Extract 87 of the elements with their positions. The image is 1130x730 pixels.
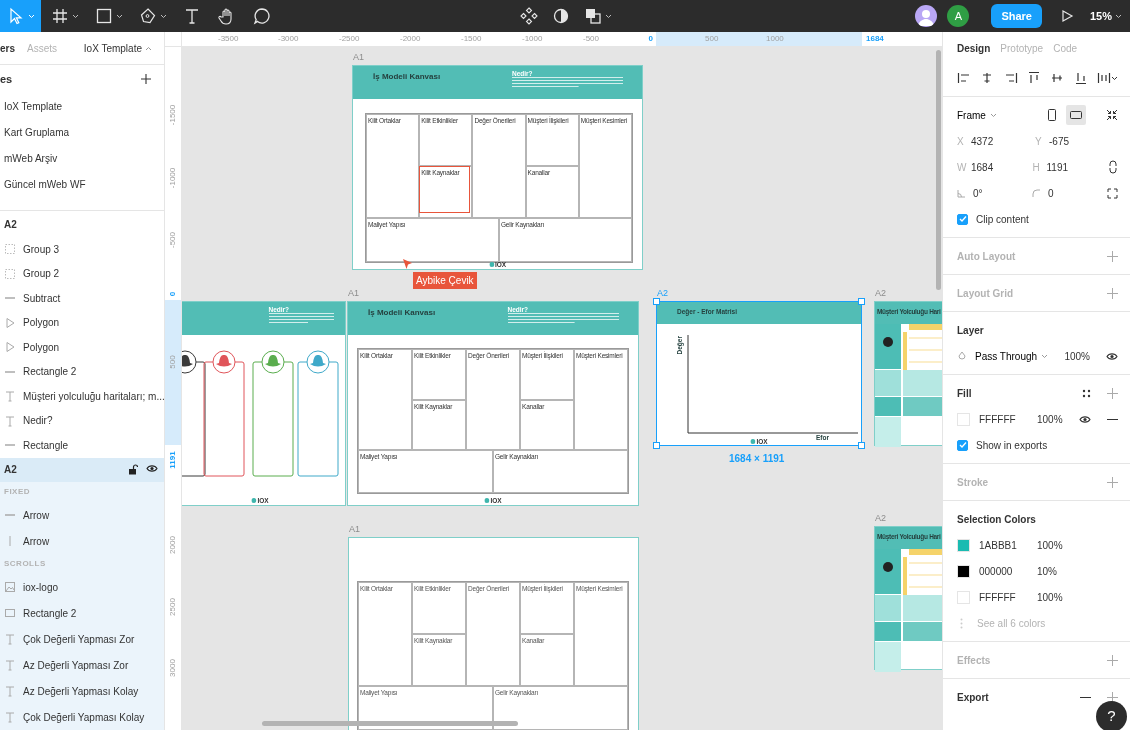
collaborator-name: Aybike Çevik: [413, 272, 477, 289]
layer-item[interactable]: Rectangle: [23, 437, 69, 453]
page-item[interactable]: Kart Gruplama: [4, 124, 70, 140]
field-label: Y: [1035, 134, 1043, 149]
number-field[interactable]: -675: [1049, 133, 1097, 149]
ruler-label: -2500: [339, 35, 360, 43]
section-title: Fill: [957, 386, 972, 401]
section-title: es: [0, 71, 13, 87]
ruler-label: -2000: [400, 35, 421, 43]
number-field[interactable]: 1684: [971, 159, 1019, 175]
section-title: Stroke: [957, 475, 989, 490]
ruler-label: -1000: [169, 166, 177, 190]
help-button[interactable]: ?: [1096, 701, 1127, 730]
section-title: Layout Grid: [957, 286, 1014, 301]
layer-item[interactable]: Group 2: [23, 266, 60, 282]
hex-field[interactable]: 000000: [979, 563, 1037, 579]
opacity-field[interactable]: 100%: [1037, 537, 1063, 553]
layer-item[interactable]: Rectangle 2: [23, 605, 77, 621]
layer-item[interactable]: Rectangle 2: [23, 364, 77, 380]
layer-item[interactable]: Çok Değerli Yapması Kolay: [23, 709, 145, 725]
blend-mode-menu[interactable]: Pass Through: [975, 348, 1049, 364]
layer-item[interactable]: Çok Değerli Yapması Zor: [23, 631, 135, 647]
ruler-label: -500: [583, 35, 599, 43]
section-label: SCROLLS: [3, 558, 47, 570]
field-label: X: [957, 134, 965, 149]
section-title: Layer: [957, 323, 984, 338]
field-label: H: [1032, 160, 1041, 175]
layer-item[interactable]: Arrow: [23, 507, 50, 523]
ruler-label: -1500: [169, 103, 177, 127]
section-title: Effects: [957, 653, 991, 668]
ruler-label: -1500: [461, 35, 482, 43]
layer-item[interactable]: Subtract: [23, 290, 61, 306]
layer-item[interactable]: A2: [4, 462, 17, 478]
ruler-label: 500: [169, 354, 177, 371]
layer-item[interactable]: Arrow: [23, 533, 50, 549]
frame-title: İş Modeli Kanvası: [368, 309, 436, 317]
page-item[interactable]: Güncel mWeb WF: [4, 176, 86, 192]
ruler-label: -3000: [278, 35, 299, 43]
zoom-menu[interactable]: 15%: [1079, 7, 1130, 25]
frame-title: İş Modeli Kanvası: [373, 73, 441, 81]
opacity-field[interactable]: 100%: [1037, 589, 1063, 605]
ruler-label: 3000: [169, 658, 177, 679]
page-item[interactable]: IoX Template: [4, 98, 63, 114]
opacity-field[interactable]: 100%: [1037, 411, 1063, 427]
panel-tab[interactable]: Design: [957, 41, 991, 56]
checkbox-label: Clip content: [976, 212, 1029, 227]
layer-item[interactable]: Polygon: [23, 315, 60, 331]
ruler-label: 2000: [169, 535, 177, 556]
ruler-label: 0: [648, 35, 653, 43]
file-menu[interactable]: IoX Template: [83, 40, 152, 56]
opacity-field[interactable]: 10%: [1037, 563, 1057, 579]
layer-item[interactable]: Nedir?: [23, 413, 53, 429]
ruler-label: 0: [169, 290, 177, 299]
checkbox-label: Show in exports: [976, 438, 1048, 453]
number-field[interactable]: 1191: [1046, 159, 1095, 175]
layer-item[interactable]: Group 3: [23, 241, 60, 257]
section-title: Export: [957, 690, 989, 705]
opacity-field[interactable]: 100%: [1064, 348, 1090, 364]
zoom-level: 15%: [1089, 8, 1112, 24]
hex-field[interactable]: FFFFFF: [979, 589, 1037, 605]
ruler-label: -1000: [522, 35, 543, 43]
hex-field[interactable]: FFFFFF: [979, 411, 1037, 427]
field-label: W: [957, 160, 968, 175]
number-field[interactable]: 0°: [973, 185, 1021, 201]
frame-type-menu[interactable]: Frame: [957, 107, 997, 123]
layer-group-title: A2: [3, 217, 18, 232]
section-title: Auto Layout: [957, 249, 1016, 264]
section-title: Selection Colors: [957, 512, 1036, 527]
number-field[interactable]: 0: [1048, 185, 1096, 201]
number-field[interactable]: 4372: [971, 133, 1019, 149]
layer-item[interactable]: iox-logo: [23, 579, 59, 595]
ruler-label: 500: [705, 35, 719, 43]
section-label: FIXED: [3, 486, 32, 498]
layer-item[interactable]: Az Değerli Yapması Kolay: [23, 683, 139, 699]
page-item[interactable]: mWeb Arşiv: [4, 150, 58, 166]
hex-field[interactable]: 1ABBB1: [979, 537, 1037, 553]
panel-tab[interactable]: ers: [0, 40, 15, 56]
ruler-label: 1684: [866, 35, 884, 43]
ruler-label: 1191: [169, 450, 177, 471]
ruler-label: -500: [169, 231, 177, 250]
layer-item[interactable]: Polygon: [23, 339, 60, 355]
layer-item[interactable]: Müşteri yolculuğu haritaları; m...: [23, 388, 164, 404]
ruler-label: -3500: [218, 35, 239, 43]
layer-item[interactable]: Az Değerli Yapması Zor: [23, 657, 129, 673]
size-label: 1684 × 1191: [729, 452, 785, 466]
ruler-label: 2500: [169, 597, 177, 618]
ruler-label: 1000: [766, 35, 784, 43]
